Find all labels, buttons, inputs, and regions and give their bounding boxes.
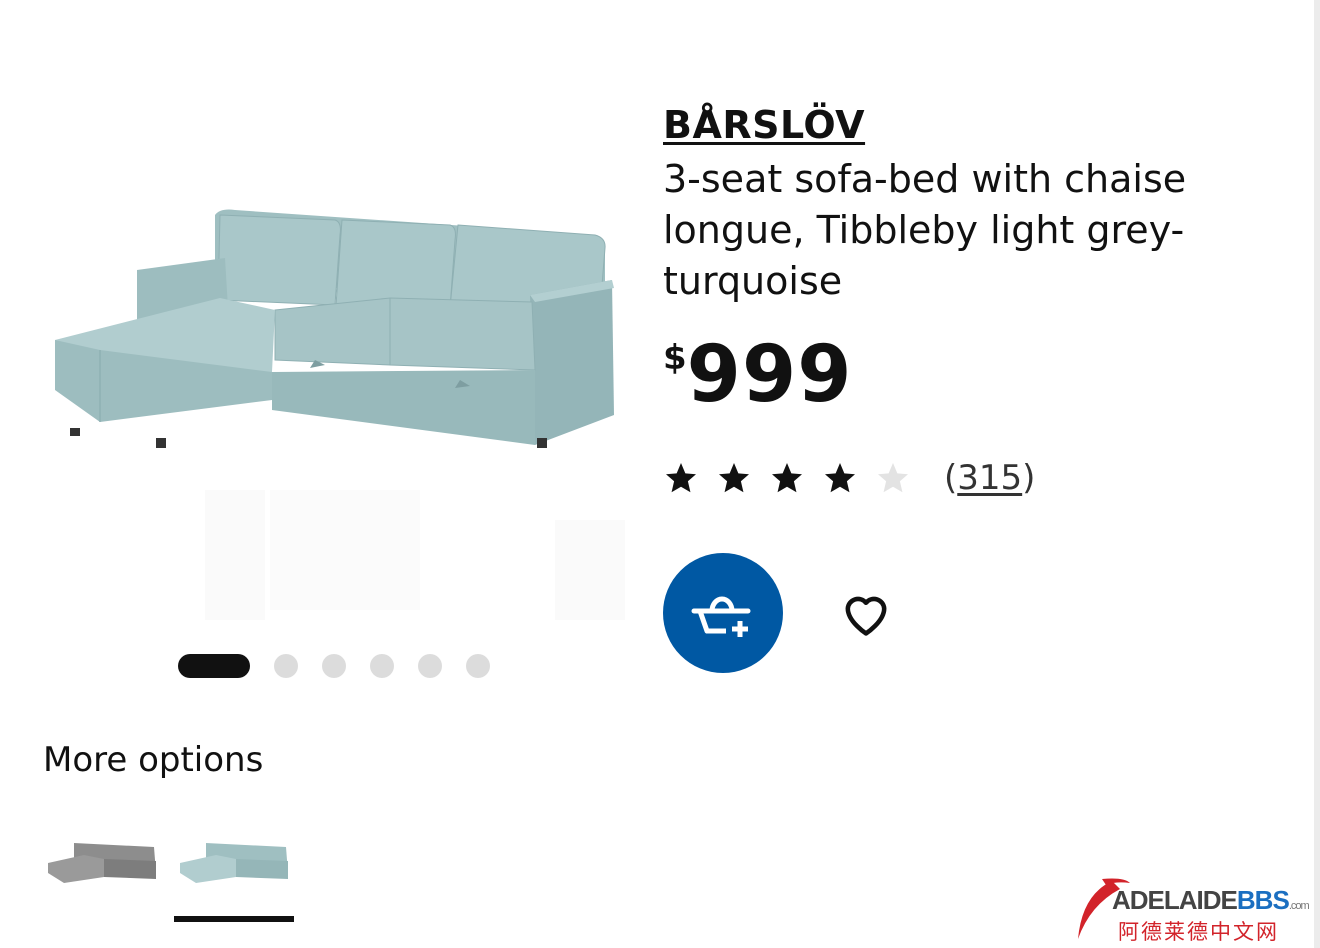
watermark-chinese: 阿德莱德中文网 <box>1118 920 1279 944</box>
page-edge <box>1314 0 1320 948</box>
star-empty-icon <box>878 463 908 493</box>
watermark-brand-accent: BBS <box>1236 885 1290 915</box>
selected-option-indicator <box>174 916 294 922</box>
carousel-dot-active[interactable] <box>178 654 250 678</box>
sofa-thumbnail-grey <box>48 843 156 883</box>
carousel-dot[interactable] <box>322 654 346 678</box>
product-image[interactable] <box>40 190 630 630</box>
watermark-brand-main: ADELAIDE <box>1112 885 1238 915</box>
carousel-indicator <box>178 654 514 678</box>
carousel-dot[interactable] <box>418 654 442 678</box>
star-filled-icon <box>825 463 855 493</box>
cart-add-icon <box>691 596 751 637</box>
add-to-cart-button[interactable] <box>663 553 783 673</box>
watermark-brand: ADELAIDEBBS.com <box>1112 885 1310 916</box>
carousel-dot[interactable] <box>370 654 394 678</box>
carousel-dot[interactable] <box>466 654 490 678</box>
watermark: ADELAIDEBBS.com 阿德莱德中文网 <box>1072 875 1317 945</box>
review-count-number: 315 <box>957 458 1023 498</box>
carousel-dot[interactable] <box>274 654 298 678</box>
heart-icon <box>845 596 887 636</box>
product-description: 3-seat sofa-bed with chaise longue, Tibb… <box>663 157 1187 303</box>
price-amount: 999 <box>686 330 853 420</box>
star-filled-icon <box>772 463 802 493</box>
review-count[interactable]: (315) <box>944 458 1035 498</box>
favourite-button[interactable] <box>836 583 896 643</box>
option-thumbnail-turquoise[interactable] <box>174 808 294 918</box>
price-currency: $ <box>663 338 687 378</box>
watermark-brand-domain: .com <box>1288 900 1310 912</box>
star-filled-icon <box>719 463 749 493</box>
rating[interactable]: (315) <box>663 458 1035 498</box>
star-filled-icon <box>666 463 696 493</box>
review-count-close: ) <box>1022 458 1036 498</box>
review-count-open: ( <box>944 458 958 498</box>
sofa-thumbnail-turquoise <box>180 843 288 883</box>
product-price: $ 999 <box>663 330 853 420</box>
product-name[interactable]: BÅRSLÖV <box>663 103 865 147</box>
more-options-title: More options <box>43 740 264 780</box>
sofa-illustration <box>55 209 625 620</box>
option-thumbnail-grey[interactable] <box>42 808 162 918</box>
